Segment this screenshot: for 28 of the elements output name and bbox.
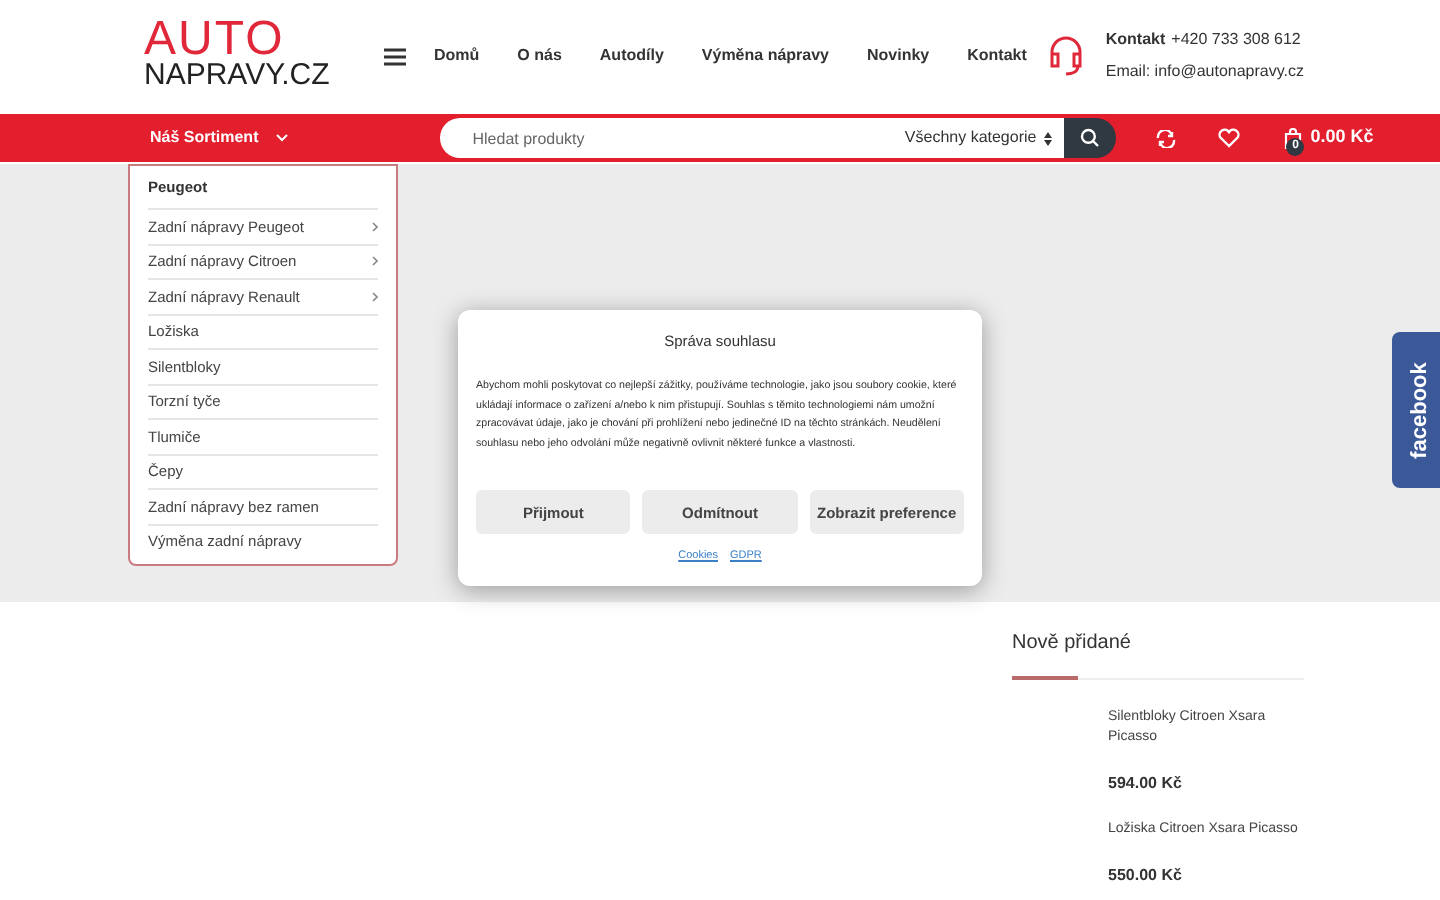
facebook-tab[interactable]: facebook bbox=[1392, 332, 1440, 488]
phone-number[interactable]: +420 733 308 612 bbox=[1171, 28, 1301, 52]
cart-total[interactable]: 0.00 Kč bbox=[1310, 124, 1374, 152]
section-title: Nově přidané bbox=[1012, 630, 1133, 658]
search-icon bbox=[1080, 128, 1101, 148]
nav-link[interactable]: Kontakt bbox=[967, 44, 1027, 68]
logo-text[interactable]: NAPRAVY.CZ bbox=[144, 60, 336, 92]
sort-arrows-icon bbox=[1044, 131, 1053, 145]
headset-icon bbox=[1045, 34, 1086, 78]
compare-icon[interactable] bbox=[1156, 129, 1177, 147]
email-address[interactable]: Email: info@autonapravy.cz bbox=[1105, 60, 1304, 84]
search-button[interactable] bbox=[1064, 118, 1117, 158]
heart-icon[interactable] bbox=[1218, 128, 1241, 148]
contact-label: Kontakt bbox=[1105, 28, 1166, 52]
product-price: 594.00 Kč bbox=[1108, 772, 1184, 796]
product-price: 550.00 Kč bbox=[1108, 864, 1184, 888]
search-field[interactable]: Hledat produkty bbox=[440, 118, 841, 158]
nav-link[interactable]: Novinky bbox=[867, 44, 930, 68]
nav-link[interactable]: O nás bbox=[517, 44, 562, 68]
assortment-menu-button[interactable]: Náš Sortiment bbox=[150, 126, 289, 150]
category-select[interactable]: Všechny kategorie bbox=[840, 118, 1065, 158]
chevron-down-icon bbox=[276, 134, 289, 142]
nav-link[interactable]: Výměna nápravy bbox=[701, 44, 829, 68]
nav-link[interactable]: Autodíly bbox=[599, 44, 664, 68]
nav-link[interactable]: Domů bbox=[434, 44, 480, 68]
logo-text[interactable]: AUTO bbox=[144, 20, 336, 60]
shopping-bag-icon[interactable] bbox=[1284, 127, 1303, 149]
menu-icon[interactable] bbox=[384, 47, 406, 65]
